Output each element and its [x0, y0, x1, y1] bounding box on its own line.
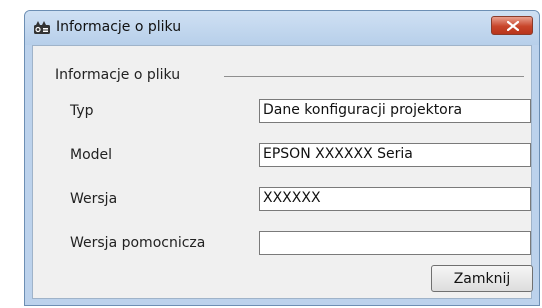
model-label: Model: [70, 147, 113, 163]
type-field[interactable]: Dane konfiguracji projektora: [259, 99, 531, 123]
group-box-divider: [224, 76, 524, 77]
version-label: Wersja: [70, 191, 118, 207]
file-info-dialog: Informacje o pliku Informacje o pliku Ty…: [24, 10, 540, 306]
dialog-client-area: Informacje o pliku Typ Dane konfiguracji…: [32, 45, 533, 299]
window-title: Informacje o pliku: [56, 19, 182, 35]
window-close-button[interactable]: [491, 16, 533, 35]
sub-version-field[interactable]: [259, 231, 531, 255]
close-dialog-button[interactable]: Zamknij: [431, 265, 533, 292]
close-icon: [507, 21, 519, 31]
title-bar[interactable]: Informacje o pliku: [25, 11, 539, 45]
type-label: Typ: [70, 103, 94, 119]
version-field[interactable]: XXXXXX: [259, 187, 531, 211]
model-field[interactable]: EPSON XXXXXX Seria: [259, 143, 531, 167]
sub-version-label: Wersja pomocnicza: [70, 235, 206, 251]
projector-icon: [33, 20, 51, 36]
group-box-title: Informacje o pliku: [55, 67, 181, 83]
